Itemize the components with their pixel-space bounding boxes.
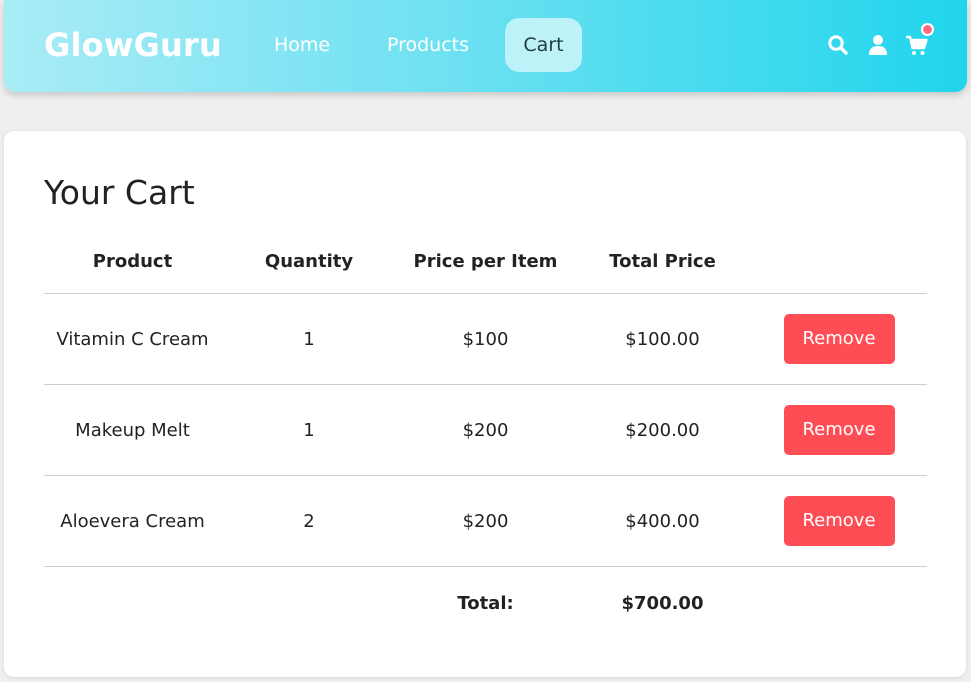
total-label: Total: [457, 592, 514, 614]
page-title: Your Cart [44, 173, 195, 212]
cart-table: Product Quantity Price per Item Total Pr… [44, 229, 927, 639]
grand-total: $700.00 [621, 592, 704, 614]
product-total: $200.00 [574, 384, 751, 476]
header-product: Product [44, 229, 221, 294]
nav-link-products[interactable]: Products [382, 18, 474, 72]
remove-button[interactable]: Remove [783, 405, 895, 455]
action-cell: Remove [751, 475, 927, 567]
cart-card: Your Cart Product Quantity Price per Ite… [4, 131, 966, 677]
total-row: Total: $700.00 [44, 567, 927, 640]
table-row: Vitamin C Cream 1 $100 $100.00 Remove [44, 293, 927, 385]
product-name: Aloevera Cream [44, 475, 221, 567]
empty-cell [221, 567, 397, 640]
empty-cell [44, 567, 221, 640]
product-price: $200 [397, 384, 574, 476]
search-icon[interactable] [826, 33, 850, 57]
table-row: Makeup Melt 1 $200 $200.00 Remove [44, 384, 927, 476]
action-cell: Remove [751, 384, 927, 476]
nav-link-home[interactable]: Home [268, 18, 336, 72]
brand-logo[interactable]: GlowGuru [44, 26, 222, 64]
remove-button[interactable]: Remove [783, 314, 895, 364]
user-icon[interactable] [866, 33, 890, 57]
product-total: $100.00 [574, 293, 751, 385]
cart-icon[interactable] [905, 33, 929, 57]
product-quantity: 2 [221, 475, 397, 567]
empty-cell [751, 567, 927, 640]
table-row: Aloevera Cream 2 $200 $400.00 Remove [44, 475, 927, 567]
cart-notification-dot [921, 23, 934, 36]
product-name: Vitamin C Cream [44, 293, 221, 385]
product-price: $200 [397, 475, 574, 567]
action-cell: Remove [751, 293, 927, 385]
header-action [751, 229, 927, 294]
product-quantity: 1 [221, 293, 397, 385]
product-total: $400.00 [574, 475, 751, 567]
product-quantity: 1 [221, 384, 397, 476]
product-name: Makeup Melt [44, 384, 221, 476]
top-navbar: GlowGuru Home Products Cart [4, 0, 967, 92]
table-header-row: Product Quantity Price per Item Total Pr… [44, 229, 927, 294]
nav-link-cart[interactable]: Cart [505, 18, 582, 72]
header-price: Price per Item [397, 229, 574, 294]
header-total: Total Price [574, 229, 751, 294]
remove-button[interactable]: Remove [783, 496, 895, 546]
header-quantity: Quantity [221, 229, 397, 294]
product-price: $100 [397, 293, 574, 385]
